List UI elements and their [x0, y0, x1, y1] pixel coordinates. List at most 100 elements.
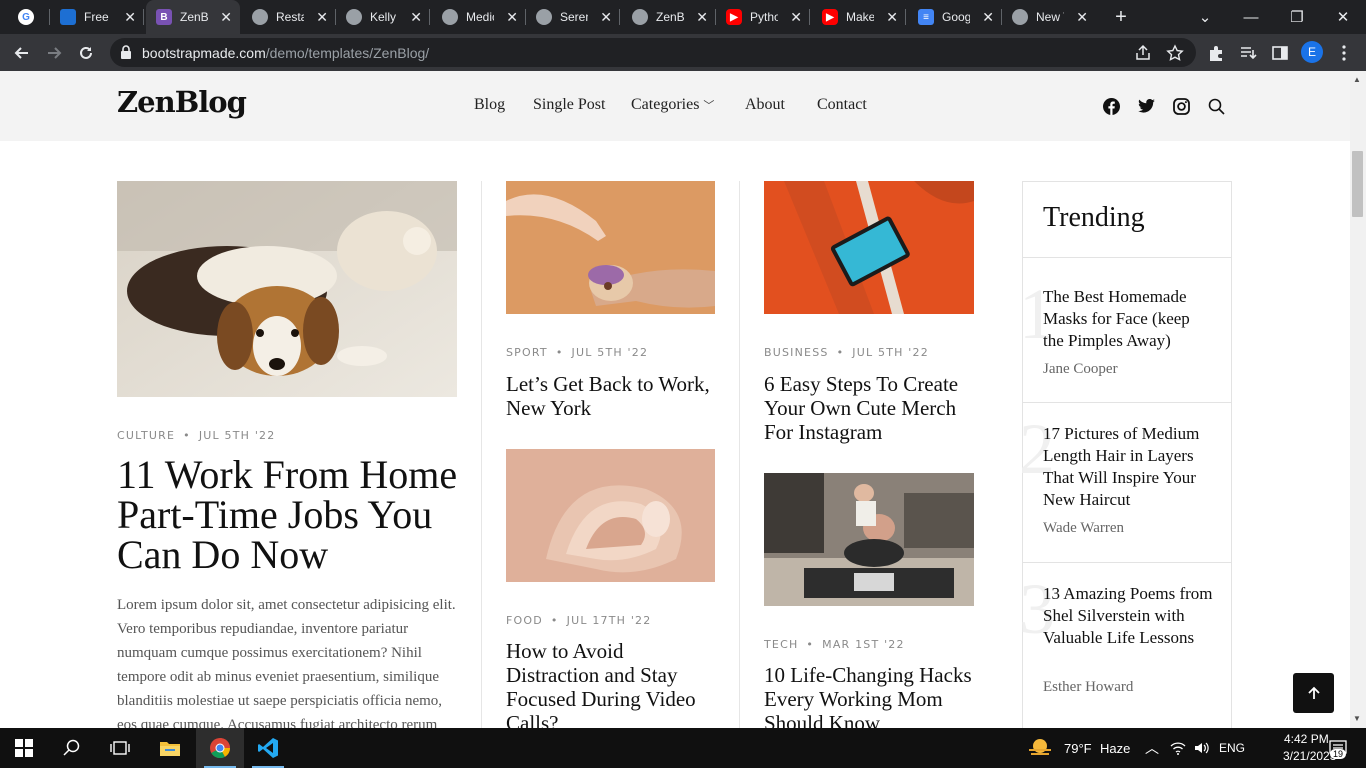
column-divider	[481, 181, 482, 728]
post-category[interactable]: TECH	[764, 638, 798, 651]
nav-contact[interactable]: Contact	[817, 96, 867, 114]
post-title[interactable]: How to Avoid Distraction and Stay Focuse…	[506, 639, 721, 728]
trending-item[interactable]: 1 The Best Homemade Masks for Face (keep…	[1019, 257, 1231, 402]
tab-title: Kelly E	[370, 10, 398, 24]
post-image-mom-child-workout[interactable]	[764, 473, 974, 606]
network-wifi-icon[interactable]	[1166, 728, 1190, 768]
close-tab-icon[interactable]: ✕	[982, 9, 994, 25]
profile-avatar[interactable]: E	[1301, 41, 1323, 63]
trending-title[interactable]: The Best Homemade Masks for Face (keep t…	[1043, 286, 1213, 352]
post-category[interactable]: SPORT	[506, 346, 548, 359]
post-image-hands-cupcake[interactable]	[506, 181, 715, 314]
back-to-top-button[interactable]	[1293, 673, 1334, 713]
post-image-abstract-shape[interactable]	[506, 449, 715, 582]
post-title[interactable]: 6 Easy Steps To Create Your Own Cute Mer…	[764, 372, 974, 444]
tab-new-tab[interactable]: New T ✕	[1002, 0, 1096, 34]
globe-icon	[346, 9, 362, 25]
nav-blog[interactable]: Blog	[474, 96, 505, 114]
tab-search-chevron-icon[interactable]: ⌄	[1182, 0, 1228, 34]
tab-zenblog-2[interactable]: ZenBl ✕	[622, 0, 716, 34]
tab-zenblog-active[interactable]: B ZenBl ✕	[146, 0, 240, 34]
facebook-icon[interactable]	[1102, 97, 1120, 115]
new-tab-plus-icon[interactable]: +	[1110, 6, 1132, 29]
page-scrollbar[interactable]: ▲ ▼	[1350, 71, 1366, 728]
post-title[interactable]: Let’s Get Back to Work, New York	[506, 372, 716, 420]
tab-medic[interactable]: Medic ✕	[432, 0, 526, 34]
close-tab-icon[interactable]: ✕	[506, 9, 518, 25]
tab-google-sheets[interactable]: ≡ Googl ✕	[908, 0, 1002, 34]
close-tab-icon[interactable]: ✕	[316, 9, 328, 25]
nav-single-post[interactable]: Single Post	[533, 96, 605, 114]
minimize-icon[interactable]: —	[1228, 0, 1274, 34]
close-tab-icon[interactable]: ✕	[124, 9, 136, 25]
scrollbar-thumb[interactable]	[1352, 151, 1363, 217]
restore-icon[interactable]: ❐	[1274, 0, 1320, 34]
tab-title: Free B	[84, 10, 112, 24]
twitter-icon[interactable]	[1137, 97, 1155, 115]
post-image-tablet-court[interactable]	[764, 181, 974, 314]
lock-icon[interactable]	[120, 45, 132, 64]
close-tab-icon[interactable]: ✕	[790, 9, 802, 25]
tab-serene[interactable]: Seren ✕	[526, 0, 620, 34]
weather-haze-icon[interactable]	[1020, 728, 1060, 768]
address-bar[interactable]: bootstrapmade.com/demo/templates/ZenBlog…	[110, 38, 1196, 67]
post-category[interactable]: FOOD	[506, 614, 543, 627]
share-icon[interactable]	[1134, 44, 1152, 62]
show-hidden-icons-chevron-icon[interactable]: ︿	[1145, 738, 1159, 758]
taskbar-search-icon[interactable]	[48, 728, 96, 768]
scroll-up-arrow-icon[interactable]: ▲	[1353, 75, 1361, 84]
notification-center-icon[interactable]	[1318, 728, 1358, 768]
vscode-taskbar-icon[interactable]	[244, 728, 292, 768]
weather-description[interactable]: Haze	[1100, 741, 1130, 756]
close-tab-icon[interactable]: ✕	[1076, 9, 1088, 25]
close-tab-icon[interactable]: ✕	[886, 9, 898, 25]
scroll-down-arrow-icon[interactable]: ▼	[1353, 714, 1361, 723]
bootstrap-b-icon: B	[156, 9, 172, 25]
trending-title[interactable]: 17 Pictures of Medium Length Hair in Lay…	[1043, 423, 1213, 511]
main-post-image-puppy[interactable]	[117, 181, 457, 397]
chrome-menu-kebab-icon[interactable]	[1334, 43, 1354, 63]
input-language[interactable]: ENG	[1219, 741, 1245, 755]
chrome-taskbar-icon[interactable]	[196, 728, 244, 768]
trending-item[interactable]: 2 17 Pictures of Medium Length Hair in L…	[1019, 402, 1231, 562]
task-view-icon[interactable]	[96, 728, 144, 768]
trending-item[interactable]: 3 13 Amazing Poems from Shel Silverstein…	[1019, 562, 1231, 722]
web-page: ZenBlog Blog Single Post Categories ﹀ Ab…	[0, 71, 1350, 728]
instagram-icon[interactable]	[1172, 97, 1190, 115]
close-tab-icon[interactable]: ✕	[696, 9, 708, 25]
main-post-excerpt: Lorem ipsum dolor sit, amet consectetur …	[117, 597, 456, 728]
post-title[interactable]: 10 Life-Changing Hacks Every Working Mom…	[764, 663, 974, 728]
tab-free-bootstrap[interactable]: Free B ✕	[50, 0, 144, 34]
close-tab-icon[interactable]: ✕	[410, 9, 422, 25]
tab-google[interactable]: G	[8, 0, 50, 34]
post-meta: BUSINESS • JUL 5TH '22	[764, 346, 929, 359]
tab-title: Seren	[560, 10, 588, 24]
tab-kelly[interactable]: Kelly E ✕	[336, 0, 430, 34]
close-tab-icon[interactable]: ✕	[600, 9, 612, 25]
site-logo[interactable]: ZenBlog	[117, 85, 247, 119]
bookmark-star-icon[interactable]	[1166, 44, 1184, 62]
close-window-icon[interactable]: ✕	[1320, 0, 1366, 34]
tab-restaurant[interactable]: Resta ✕	[242, 0, 336, 34]
side-panel-icon[interactable]	[1270, 43, 1290, 63]
back-arrow-icon[interactable]	[9, 40, 35, 66]
extensions-puzzle-icon[interactable]	[1206, 43, 1226, 63]
search-icon[interactable]	[1207, 97, 1225, 115]
post-category[interactable]: CULTURE	[117, 429, 175, 442]
main-post-title[interactable]: 11 Work From Home Part-Time Jobs You Can…	[117, 455, 467, 575]
post-category[interactable]: BUSINESS	[764, 346, 829, 359]
tab-python[interactable]: ▶ Pytho ✕	[716, 0, 810, 34]
close-tab-icon[interactable]: ✕	[220, 9, 232, 25]
file-explorer-icon[interactable]	[146, 728, 194, 768]
nav-about[interactable]: About	[745, 96, 785, 114]
reload-icon[interactable]	[73, 40, 99, 66]
weather-temperature[interactable]: 79°F	[1064, 741, 1092, 756]
url-text[interactable]: bootstrapmade.com/demo/templates/ZenBlog…	[142, 45, 429, 61]
windows-start-icon[interactable]	[0, 728, 48, 768]
volume-speaker-icon[interactable]	[1190, 728, 1214, 768]
tab-make[interactable]: ▶ Make ✕	[812, 0, 906, 34]
trending-title[interactable]: 13 Amazing Poems from Shel Silverstein w…	[1043, 583, 1213, 649]
nav-categories[interactable]: Categories ﹀	[631, 96, 714, 114]
reading-list-icon[interactable]	[1238, 43, 1258, 63]
forward-arrow-icon[interactable]	[41, 40, 67, 66]
